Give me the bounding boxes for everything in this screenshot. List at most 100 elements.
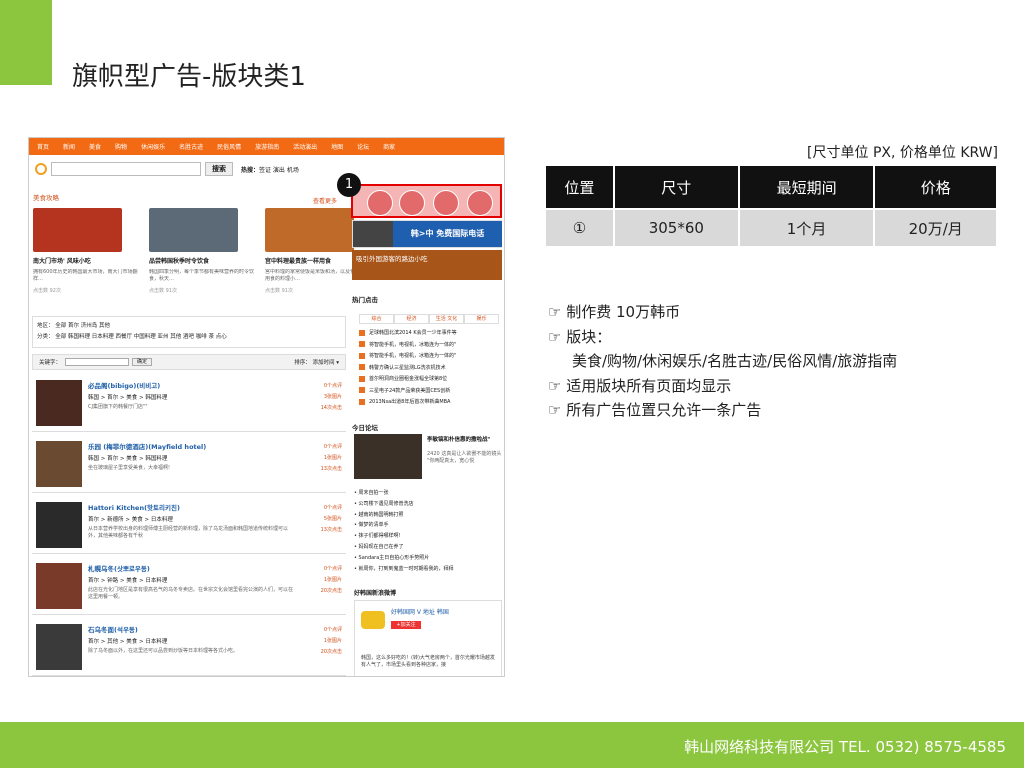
hot-item[interactable]: 韩警方确认三星监测LG洗衣机技术	[359, 363, 499, 375]
hot-item[interactable]: 将智能手机，电视机，冰箱连为一体的"	[359, 351, 499, 363]
listing-row[interactable]: 乐园 (梅菲尔德酒店)(Mayfield hotel) 韩国 > 首尔 > 美食 …	[32, 437, 346, 493]
nav-item[interactable]: 旅游指南	[255, 142, 279, 151]
stat[interactable]: 1张图片	[321, 575, 342, 586]
stat[interactable]: 20次点击	[321, 586, 342, 597]
stat[interactable]: 0个点评	[321, 503, 342, 514]
ad-circle	[399, 190, 425, 216]
listing-name[interactable]: 札幌乌冬(삿뽀로우동)	[88, 563, 150, 573]
listing-breadcrumb[interactable]: 首尔 > 其他 > 美食 > 日本料理	[88, 637, 167, 645]
hot-item[interactable]: 将智能手机，电视机，冰箱连为一体的"	[359, 340, 499, 352]
keyword-input[interactable]	[65, 358, 130, 366]
nav-item[interactable]: 民俗风情	[217, 142, 241, 151]
call-banner[interactable]: 韩>中 免费国际电话	[352, 220, 502, 248]
table-header: 位置	[546, 166, 613, 208]
nav-item[interactable]: 美食	[89, 142, 101, 151]
listing-stats: 0个点评 1张图片 20次点击	[321, 564, 342, 597]
listing-row[interactable]: 必品阁(bibigo)(비비고) 韩国 > 首尔 > 美食 > 韩国料理 CJ集团旗…	[32, 376, 346, 432]
more-link[interactable]: 查看更多	[313, 196, 337, 205]
forum-item[interactable]: • Sandara主日自拍心形手势照片	[354, 553, 502, 564]
search-input[interactable]	[51, 162, 201, 176]
listing-photo[interactable]	[36, 502, 82, 548]
forum-item[interactable]: • 越南的韩国明韩打照	[354, 510, 502, 521]
food-card[interactable]: 南大门市场' 风味小吃 拥有600年历史的韩国最大市场，南大门市场翻样… 点击数 9…	[33, 208, 138, 294]
nav-item[interactable]: 购物	[115, 142, 127, 151]
filter-area[interactable]: 地区： 全部 首尔 济州岛 其他	[37, 321, 341, 332]
listing-breadcrumb[interactable]: 首尔 > 钟路 > 美食 > 日本料理	[88, 576, 167, 584]
listing-name[interactable]: Hattori Kitchen(핫토리키친)	[88, 502, 180, 512]
forum-item[interactable]: • 妈妈现在自己在养了	[354, 542, 502, 553]
stat[interactable]: 3张图片	[321, 392, 342, 403]
hot-item[interactable]: 2013Nsa出道8年后首次带新曲MBA	[359, 397, 499, 409]
stat[interactable]: 1张图片	[321, 636, 342, 647]
forum-item[interactable]: • 做梦的清单手	[354, 520, 502, 531]
hot-item[interactable]: 三星电子24款产品荣获美国CES创新	[359, 386, 499, 398]
hot-tab[interactable]: 经济	[394, 314, 429, 324]
hot-tab[interactable]: 生活 文化	[429, 314, 464, 324]
nav-item[interactable]: 新闻	[63, 142, 75, 151]
forum-item[interactable]: • 公司楼下遇见周修普洗店	[354, 499, 502, 510]
hot-tab[interactable]: 综合	[359, 314, 394, 324]
table-header: 尺寸	[614, 166, 738, 208]
food-photo	[149, 208, 238, 252]
stat[interactable]: 13次点击	[321, 464, 342, 475]
listing-breadcrumb[interactable]: 韩国 > 首尔 > 美食 > 韩国料理	[88, 454, 167, 462]
listing-photo[interactable]	[36, 624, 82, 670]
ad-circle	[433, 190, 459, 216]
weibo-desc: 韩国，这么多好吃的！(转)大气老房两个，首尔光耀市场越发有人气了，市场里头看到各…	[361, 655, 495, 668]
stat[interactable]: 14次点击	[321, 403, 342, 414]
hot-tab[interactable]: 娱乐	[464, 314, 499, 324]
listing-breadcrumb[interactable]: 韩国 > 首尔 > 美食 > 韩国料理	[88, 393, 167, 401]
table-header: 价格	[875, 166, 996, 208]
nav-item[interactable]: 地图	[331, 142, 343, 151]
forum-photo[interactable]	[354, 434, 422, 479]
hot-item[interactable]: 足球韩国北滨2014 K会员一少年事件等	[359, 328, 499, 340]
listing-row[interactable]: Hattori Kitchen(핫토리키친) 首尔 > 新德所 > 美食 > 日本…	[32, 498, 346, 554]
forum-item[interactable]: • 就周你，打到到鬼蓝一时时期看我的，拜拜	[354, 564, 502, 575]
listing-name[interactable]: 乐园 (梅菲尔德酒店)(Mayfield hotel)	[88, 441, 206, 451]
listing-photo[interactable]	[36, 441, 82, 487]
nav-item[interactable]: 首页	[37, 142, 49, 151]
sort-select[interactable]: 排序： 添加时间 ▾	[294, 358, 339, 366]
stat[interactable]: 20次点击	[321, 647, 342, 658]
listing-row[interactable]: 石乌冬面(석우동) 首尔 > 其他 > 美食 > 日本料理 除了乌冬面以外，在这里还…	[32, 620, 346, 676]
food-caption[interactable]: 南大门市场' 风味小吃	[33, 256, 138, 265]
weibo-name[interactable]: 好韩国网 V 地址 韩国	[391, 607, 449, 616]
stat[interactable]: 0个点评	[321, 442, 342, 453]
nav-item[interactable]: 论坛	[357, 142, 369, 151]
listing-photo[interactable]	[36, 380, 82, 426]
food-card[interactable]: 品尝韩国秋季时令饮食 韩国四季分明，每个季节都有美味营养的时令饮食，秋天… 点击数 …	[149, 208, 254, 294]
stat[interactable]: 5张图片	[321, 514, 342, 525]
listing-name[interactable]: 石乌冬面(석우동)	[88, 624, 138, 634]
search-button[interactable]: 搜索	[205, 162, 233, 176]
listing-row[interactable]: 札幌乌冬(삿뽀로우동) 首尔 > 钟路 > 美食 > 日本料理 此店在光化门地区是享…	[32, 559, 346, 615]
stat[interactable]: 0个点评	[321, 625, 342, 636]
forum-item[interactable]: • 周末自拍一张	[354, 488, 502, 499]
stat[interactable]: 0个点评	[321, 564, 342, 575]
nav-item[interactable]: 名胜古迹	[179, 142, 203, 151]
filter-type[interactable]: 分类： 全部 韩国料理 日本料理 西餐厅 中国料理 亚州 其他 酒吧 咖啡 茶 …	[37, 332, 341, 343]
food-count: 点击数 91次	[265, 288, 293, 294]
website-screenshot: 首页 新闻 美食 购物 休闲娱乐 名胜古迹 民俗风情 旅游指南 活动演出 地图 论坛 商家 搜索 热搜…	[28, 137, 505, 677]
table-cell: ①	[546, 208, 613, 246]
forum-headline[interactable]: 李敏镐和朴信惠的撒啦战"	[427, 435, 502, 443]
snack-banner[interactable]: 吸引外国游客的路边小吃	[352, 250, 502, 280]
stat[interactable]: 0个点评	[321, 381, 342, 392]
food-caption[interactable]: 品尝韩国秋季时令饮食	[149, 256, 254, 265]
nav-item[interactable]: 活动演出	[293, 142, 317, 151]
listing-photo[interactable]	[36, 563, 82, 609]
food-photo	[33, 208, 122, 252]
nav-item[interactable]: 休闲娱乐	[141, 142, 165, 151]
confirm-button[interactable]: 确定	[132, 358, 153, 366]
stat[interactable]: 13次点击	[321, 525, 342, 536]
listing-name[interactable]: 必品阁(bibigo)(비비고)	[88, 380, 160, 390]
note-production-fee: ☞ 制作费 10万韩币	[548, 303, 681, 321]
ad-position-1[interactable]	[351, 184, 502, 218]
follow-button[interactable]: +加关注	[391, 621, 421, 629]
forum-item[interactable]: • 抹子们都得哪样啊!	[354, 531, 502, 542]
hot-item[interactable]: 首尔明洞商业圈租金涨幅全球第8位	[359, 374, 499, 386]
hot-tabs: 综合 经济 生活 文化 娱乐	[359, 314, 499, 324]
slide-title: 旗帜型广告-版块类1	[72, 62, 306, 92]
stat[interactable]: 1张图片	[321, 453, 342, 464]
nav-item[interactable]: 商家	[383, 142, 395, 151]
listing-breadcrumb[interactable]: 首尔 > 新德所 > 美食 > 日本料理	[88, 515, 173, 523]
